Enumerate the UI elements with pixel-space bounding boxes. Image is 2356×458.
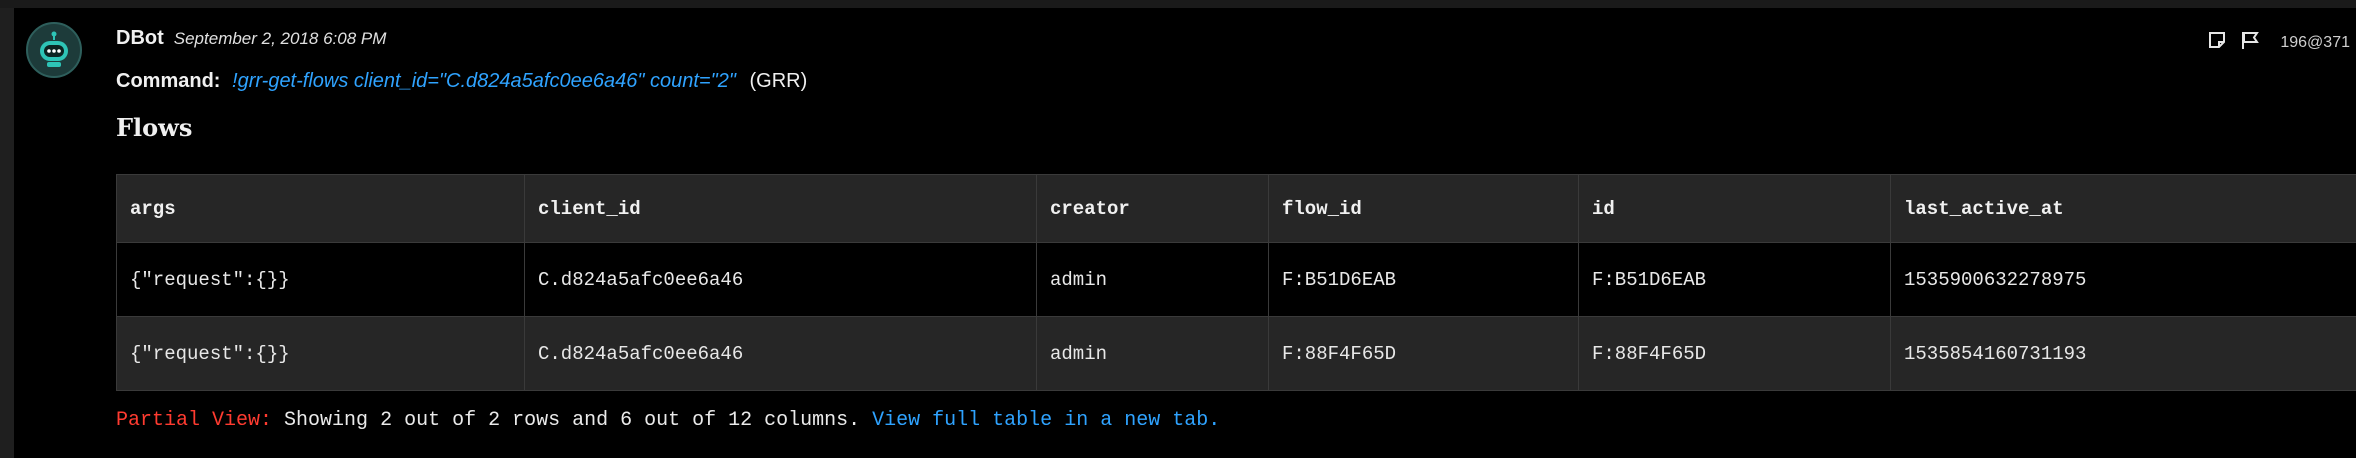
entry-header: DBot September 2, 2018 6:08 PM: [116, 27, 386, 50]
table-header-row: args client_id creator flow_id id last_a…: [116, 174, 2356, 243]
table-cell: 1535900632278975: [1890, 242, 2356, 317]
column-header: id: [1578, 174, 1891, 243]
integration-brand: (GRR): [749, 70, 808, 92]
table-cell: 1535854160731193: [1890, 316, 2356, 391]
table-cell: admin: [1036, 242, 1269, 317]
table-cell: {"request":{}}: [116, 316, 525, 391]
table-cell: C.d824a5afc0ee6a46: [524, 316, 1037, 391]
entry-timestamp: September 2, 2018 6:08 PM: [173, 29, 387, 48]
column-header: creator: [1036, 174, 1269, 243]
left-gutter: [0, 8, 14, 458]
command-link[interactable]: !grr-get-flows client_id="C.d824a5afc0ee…: [232, 70, 736, 92]
entry-actions: 196@371: [2208, 30, 2350, 55]
table-row: {"request":{}} C.d824a5afc0ee6a46 admin …: [116, 242, 2356, 317]
robot-icon: [34, 30, 74, 70]
table-cell: {"request":{}}: [116, 242, 525, 317]
table-cell: admin: [1036, 316, 1269, 391]
view-full-table-link[interactable]: View full table in a new tab.: [872, 409, 1220, 432]
entry-reference: 196@371: [2280, 33, 2350, 51]
author-name: DBot: [116, 27, 164, 49]
table-cell: F:88F4F65D: [1268, 316, 1579, 391]
column-header: args: [116, 174, 525, 243]
partial-view-notice: Partial View: Showing 2 out of 2 rows an…: [116, 409, 1220, 432]
command-label: Command:: [116, 70, 221, 92]
table-row: {"request":{}} C.d824a5afc0ee6a46 admin …: [116, 316, 2356, 391]
partial-view-text: Showing 2 out of 2 rows and 6 out of 12 …: [284, 409, 861, 432]
flows-table-wrapper: args client_id creator flow_id id last_a…: [116, 174, 2356, 391]
column-header: client_id: [524, 174, 1037, 243]
table-cell: F:B51D6EAB: [1578, 242, 1891, 317]
table-cell: F:88F4F65D: [1578, 316, 1891, 391]
table-cell: F:B51D6EAB: [1268, 242, 1579, 317]
table-cell: C.d824a5afc0ee6a46: [524, 242, 1037, 317]
top-border: [0, 0, 2356, 8]
command-line: Command: !grr-get-flows client_id="C.d82…: [116, 70, 807, 93]
flows-table: args client_id creator flow_id id last_a…: [116, 174, 2356, 391]
avatar: [26, 22, 82, 78]
partial-view-label: Partial View:: [116, 409, 273, 432]
column-header: last_active_at: [1890, 174, 2356, 243]
flag-icon[interactable]: [2240, 30, 2260, 55]
column-header: flow_id: [1268, 174, 1579, 243]
note-icon[interactable]: [2208, 31, 2226, 54]
section-title: Flows: [116, 113, 193, 142]
